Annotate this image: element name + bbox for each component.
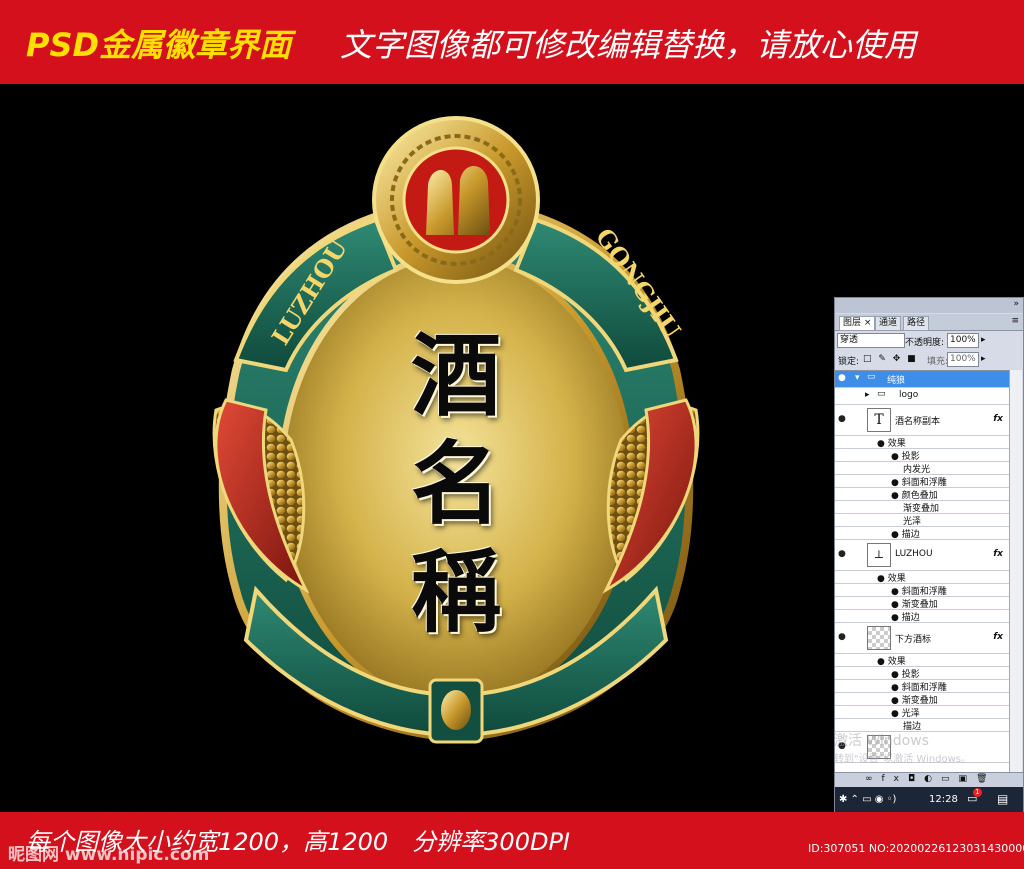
layer-scrollbar[interactable] (1009, 370, 1022, 772)
tab-layers[interactable]: 图层 × (839, 316, 876, 331)
layer-name: ● 描边 (891, 530, 920, 540)
layer-name: logo (899, 390, 919, 400)
eye-icon[interactable]: ● (838, 633, 848, 642)
collapse-icon[interactable]: » (1013, 299, 1019, 309)
badge-title-char: 酒 (411, 323, 501, 429)
folder-icon: ▭ (867, 372, 876, 382)
opacity-input[interactable]: 100% (947, 333, 979, 348)
lock-icons[interactable]: □ ✎ ✥ ■ (863, 354, 918, 364)
folder-icon: ▭ (877, 389, 886, 399)
image-id: ID:307051 NO:20200226123031430000 (808, 842, 1024, 855)
banner-subtitle: 文字图像都可修改编辑替换，请放心使用 (340, 26, 917, 64)
layer-bottom-label[interactable]: ● 下方酒标 fx (835, 623, 1009, 654)
layer-name: ● 投影 (891, 452, 920, 462)
layer-name: ● 斜面和浮雕 (891, 478, 947, 488)
panel-footer-icons[interactable]: ∞fx◘◐▭▣🗑 (865, 774, 996, 784)
activate-windows-hint: 转到"设置"以激活 Windows。 (834, 754, 972, 765)
effect-row[interactable]: ● 投影 (835, 449, 1009, 462)
panel-footer: ∞fx◘◐▭▣🗑 (835, 772, 1023, 787)
layer-name: ● 效果 (877, 657, 906, 667)
layer-name: 渐变叠加 (903, 504, 940, 514)
fill-input[interactable]: 100% (947, 352, 979, 367)
layer-name: ● 效果 (877, 439, 906, 449)
layer-list: ● ▾ ▭ 纯狼 ▸ ▭ logo ● T 酒名称副本 fx ● 效果 ● 投影… (835, 370, 1009, 773)
tray-icons[interactable]: ✱ ⌃ ▭ ◉ ◦) (839, 794, 896, 805)
effect-row[interactable]: 渐变叠加 (835, 501, 1009, 514)
medallion-red-center (402, 146, 510, 254)
eye-icon[interactable]: ● (838, 374, 848, 383)
effect-row[interactable]: ● 渐变叠加 (835, 693, 1009, 706)
effect-row[interactable]: ● 颜色叠加 (835, 488, 1009, 501)
badge-title-char: 名 (411, 431, 501, 537)
eye-icon[interactable]: ● (838, 550, 848, 559)
site-watermark: 昵图网 www.nipic.com (8, 845, 210, 865)
fx-icon[interactable]: fx (993, 414, 1003, 424)
layer-name: ● 斜面和浮雕 (891, 587, 947, 597)
activate-windows-watermark: 激活 Windows (834, 733, 929, 749)
effect-row[interactable]: ● 斜面和浮雕 (835, 584, 1009, 597)
effect-row[interactable]: 内发光 (835, 462, 1009, 475)
image-layer-thumb (867, 626, 891, 650)
fx-icon[interactable]: fx (993, 632, 1003, 642)
panel-titlebar[interactable]: » (835, 298, 1023, 313)
badge-title-char: 稱 (411, 539, 501, 645)
layer-luzhou[interactable]: ● ⊥ LUZHOU fx (835, 540, 1009, 571)
notify-badge: 1 (973, 788, 982, 797)
layer-group-selected[interactable]: ● ▾ ▭ 纯狼 (835, 371, 1009, 388)
layer-name: 下方酒标 (895, 635, 932, 645)
tab-paths[interactable]: 路径 (903, 316, 930, 331)
panel-menu-icon[interactable]: ≡ (1011, 316, 1019, 326)
layer-name: ● 渐变叠加 (891, 696, 938, 706)
layer-group-logo[interactable]: ▸ ▭ logo (835, 388, 1009, 405)
opacity-label: 不透明度: (905, 338, 945, 348)
layer-name: ● 颜色叠加 (891, 491, 938, 501)
expand-icon[interactable]: ▾ (855, 373, 860, 383)
effect-row[interactable]: ● 光泽 (835, 706, 1009, 719)
banner-title: PSD金属徽章界面 (26, 26, 292, 64)
layer-name: 纯狼 (887, 376, 906, 386)
clock[interactable]: 12:28 (929, 794, 958, 805)
layer-name: 内发光 (903, 465, 931, 475)
fill-arrow-icon[interactable]: ▸ (981, 354, 986, 364)
windows-taskbar: ✱ ⌃ ▭ ◉ ◦) 12:28 ▭ 1 ▤ (835, 787, 1023, 813)
blend-mode-select[interactable]: 穿透 (837, 333, 905, 348)
layer-name: 光泽 (903, 517, 922, 527)
effects-row[interactable]: ● 效果 (835, 654, 1009, 667)
expand-icon[interactable]: ▸ (865, 390, 870, 400)
badge-title: 酒 名 稱 (396, 322, 516, 646)
effect-row[interactable]: ● 斜面和浮雕 (835, 475, 1009, 488)
action-center-icon[interactable]: ▤ (997, 792, 1008, 806)
layer-name: 酒名称副本 (895, 417, 941, 427)
layer-name: ● 描边 (891, 613, 920, 623)
effect-row[interactable]: ● 投影 (835, 667, 1009, 680)
warp-text-thumb: ⊥ (867, 543, 891, 567)
layer-text-copy[interactable]: ● T 酒名称副本 fx (835, 405, 1009, 436)
eye-icon[interactable]: ● (838, 415, 848, 424)
lock-label: 锁定: (838, 357, 860, 367)
panel-tabs: 图层 × 通道 路径 ≡ (835, 314, 1023, 331)
effect-row[interactable]: ● 斜面和浮雕 (835, 680, 1009, 693)
effect-row[interactable]: ● 描边 (835, 527, 1009, 540)
layer-name: ● 斜面和浮雕 (891, 683, 947, 693)
effects-row[interactable]: ● 效果 (835, 436, 1009, 449)
effect-row[interactable]: ● 描边 (835, 610, 1009, 623)
fill-label: 填充: (927, 357, 949, 367)
layer-name: ● 投影 (891, 670, 920, 680)
effects-row[interactable]: ● 效果 (835, 571, 1009, 584)
effect-row[interactable]: 光泽 (835, 514, 1009, 527)
layer-name: LUZHOU (895, 549, 933, 559)
text-layer-thumb: T (867, 408, 891, 432)
layer-name: ● 效果 (877, 574, 906, 584)
fx-icon[interactable]: fx (993, 549, 1003, 559)
opacity-arrow-icon[interactable]: ▸ (981, 335, 986, 345)
effect-row[interactable]: ● 渐变叠加 (835, 597, 1009, 610)
layer-name: ● 光泽 (891, 709, 920, 719)
layer-name: ● 渐变叠加 (891, 600, 938, 610)
tab-channels[interactable]: 通道 (875, 316, 902, 331)
